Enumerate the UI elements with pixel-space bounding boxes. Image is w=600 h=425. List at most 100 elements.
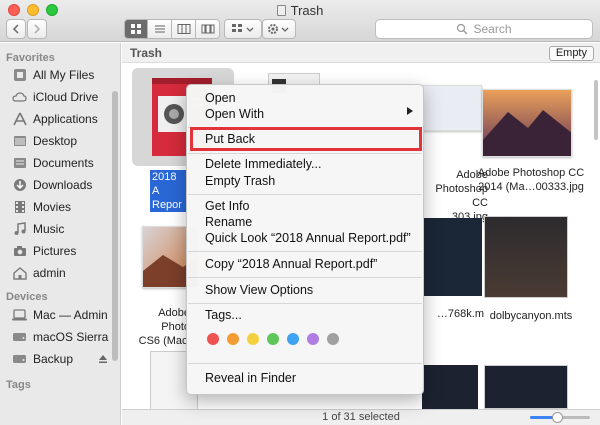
- put-back-highlight: [190, 127, 422, 151]
- sidebar-item-admin[interactable]: admin: [12, 263, 66, 283]
- chevron-left-icon: [12, 24, 19, 34]
- tag-color-dot[interactable]: [227, 333, 239, 345]
- menu-item-empty-trash[interactable]: Empty Trash: [205, 173, 275, 189]
- path-bar: Trash Empty: [122, 43, 600, 63]
- file-name-photoshop-2014: Adobe Photoshop CC 2014 (Ma…00333.jpg: [477, 167, 585, 193]
- menu-item-tags[interactable]: Tags...: [205, 307, 242, 323]
- file-item-photoshop-2014[interactable]: Adobe Photoshop CC 2014 (Ma…00333.jpg: [474, 85, 588, 195]
- menu-item-open-with[interactable]: Open With: [205, 106, 405, 122]
- chevron-right-icon: [34, 24, 41, 34]
- image-thumbnail: [422, 85, 482, 131]
- menu-separator: [188, 303, 422, 304]
- sidebar-item-movies[interactable]: Movies: [12, 197, 71, 217]
- location-label: Trash: [130, 46, 163, 60]
- devices-heading: Devices: [6, 291, 48, 303]
- menu-separator: [188, 277, 422, 278]
- camera-icon: [12, 244, 27, 258]
- sidebar-item-pictures[interactable]: Pictures: [12, 241, 76, 261]
- menu-item-delete-immediately[interactable]: Delete Immediately...: [205, 156, 321, 172]
- columns-icon: [177, 24, 190, 34]
- sidebar-item-downloads[interactable]: Downloads: [12, 175, 92, 195]
- sidebar-item-desktop[interactable]: Desktop: [12, 131, 77, 151]
- tag-color-dot[interactable]: [287, 333, 299, 345]
- tag-color-dot[interactable]: [307, 333, 319, 345]
- applications-icon: [12, 112, 27, 126]
- grid-icon: [131, 24, 141, 34]
- menu-item-quick-look[interactable]: Quick Look “2018 Annual Report.pdf”: [205, 230, 411, 246]
- movies-icon: [12, 200, 27, 214]
- gallery-icon: [201, 24, 214, 34]
- disk-icon: [12, 352, 27, 366]
- music-icon: [12, 222, 27, 236]
- list-icon: [154, 25, 165, 33]
- file-name-photoshop-cs6: Adobe Photo CS6 (Maci: [138, 307, 190, 347]
- gear-icon: [268, 24, 289, 34]
- sidebar-item-applications[interactable]: Applications: [12, 109, 98, 129]
- tag-color-dot[interactable]: [267, 333, 279, 345]
- cloud-icon: [12, 90, 27, 104]
- icon-view-button[interactable]: [124, 19, 148, 39]
- search-field[interactable]: Search: [375, 19, 593, 39]
- file-name-dolbycanyon: dolbycanyon.mts: [489, 310, 573, 322]
- menu-separator: [188, 153, 422, 154]
- video-thumbnail: [484, 216, 568, 298]
- icon-size-slider[interactable]: [530, 412, 590, 423]
- list-view-button[interactable]: [148, 19, 172, 39]
- back-button[interactable]: [6, 19, 26, 39]
- sidebar-item-backup[interactable]: Backup: [12, 349, 108, 369]
- tag-color-dot[interactable]: [207, 333, 219, 345]
- menu-item-show-view-options[interactable]: Show View Options: [205, 282, 313, 298]
- action-button[interactable]: [262, 19, 296, 39]
- window-title: Trash: [0, 3, 600, 18]
- context-menu: Open Open With Put Back Delete Immediate…: [186, 84, 424, 395]
- sidebar-item-macos-sierra[interactable]: macOS Sierra: [12, 327, 108, 347]
- trash-icon: [276, 5, 286, 16]
- sidebar-item-icloud-drive[interactable]: iCloud Drive: [12, 87, 98, 107]
- documents-icon: [12, 156, 27, 170]
- sidebar-item-all-my-files[interactable]: All My Files: [12, 65, 94, 85]
- sidebar-item-music[interactable]: Music: [12, 219, 64, 239]
- file-item-flowers-1[interactable]: [422, 365, 478, 409]
- toolbar: Trash Search: [0, 0, 600, 42]
- submenu-arrow-icon: [407, 107, 413, 115]
- image-thumbnail: [482, 89, 572, 157]
- downloads-icon: [12, 178, 27, 192]
- column-view-button[interactable]: [172, 19, 196, 39]
- menu-item-reveal-in-finder[interactable]: Reveal in Finder: [205, 370, 296, 386]
- menu-separator: [188, 251, 422, 252]
- computer-icon: [12, 308, 27, 322]
- desktop-icon: [12, 134, 27, 148]
- tag-color-dot[interactable]: [327, 333, 339, 345]
- slider-knob[interactable]: [552, 412, 563, 423]
- menu-item-copy[interactable]: Copy “2018 Annual Report.pdf”: [205, 256, 377, 272]
- tags-heading: Tags: [6, 379, 31, 391]
- eject-icon[interactable]: [98, 353, 108, 367]
- menu-separator: [188, 194, 422, 195]
- content-scrollbar[interactable]: [594, 80, 598, 140]
- menu-item-rename[interactable]: Rename: [205, 214, 252, 230]
- home-icon: [12, 266, 27, 280]
- selection-status: 1 of 31 selected: [322, 411, 400, 423]
- status-bar: 1 of 31 selected: [122, 409, 600, 425]
- all-files-icon: [12, 68, 27, 82]
- forward-button[interactable]: [27, 19, 47, 39]
- search-icon: [457, 23, 468, 35]
- finder-window: Trash Search Favorites All My Files iClo…: [0, 0, 600, 425]
- sidebar-item-documents[interactable]: Documents: [12, 153, 94, 173]
- tag-color-dot[interactable]: [247, 333, 259, 345]
- file-item-dolbycanyon[interactable]: dolbycanyon.mts: [474, 216, 588, 331]
- sidebar-item-mac-admin[interactable]: Mac — Admin: [12, 305, 108, 325]
- menu-separator: [188, 363, 422, 364]
- file-item-flowers-2[interactable]: [484, 365, 568, 409]
- empty-trash-button[interactable]: Empty: [548, 46, 594, 61]
- menu-item-open[interactable]: Open: [205, 90, 236, 106]
- search-placeholder: Search: [473, 22, 512, 36]
- gallery-view-button[interactable]: [196, 19, 220, 39]
- file-name-selected: 2018 A Repor: [150, 170, 186, 212]
- arrange-button[interactable]: [224, 19, 262, 39]
- arrange-icon: [232, 24, 254, 32]
- favorites-heading: Favorites: [6, 52, 55, 64]
- sidebar-scrollbar[interactable]: [112, 91, 118, 361]
- disk-icon: [12, 330, 27, 344]
- menu-item-get-info[interactable]: Get Info: [205, 198, 249, 214]
